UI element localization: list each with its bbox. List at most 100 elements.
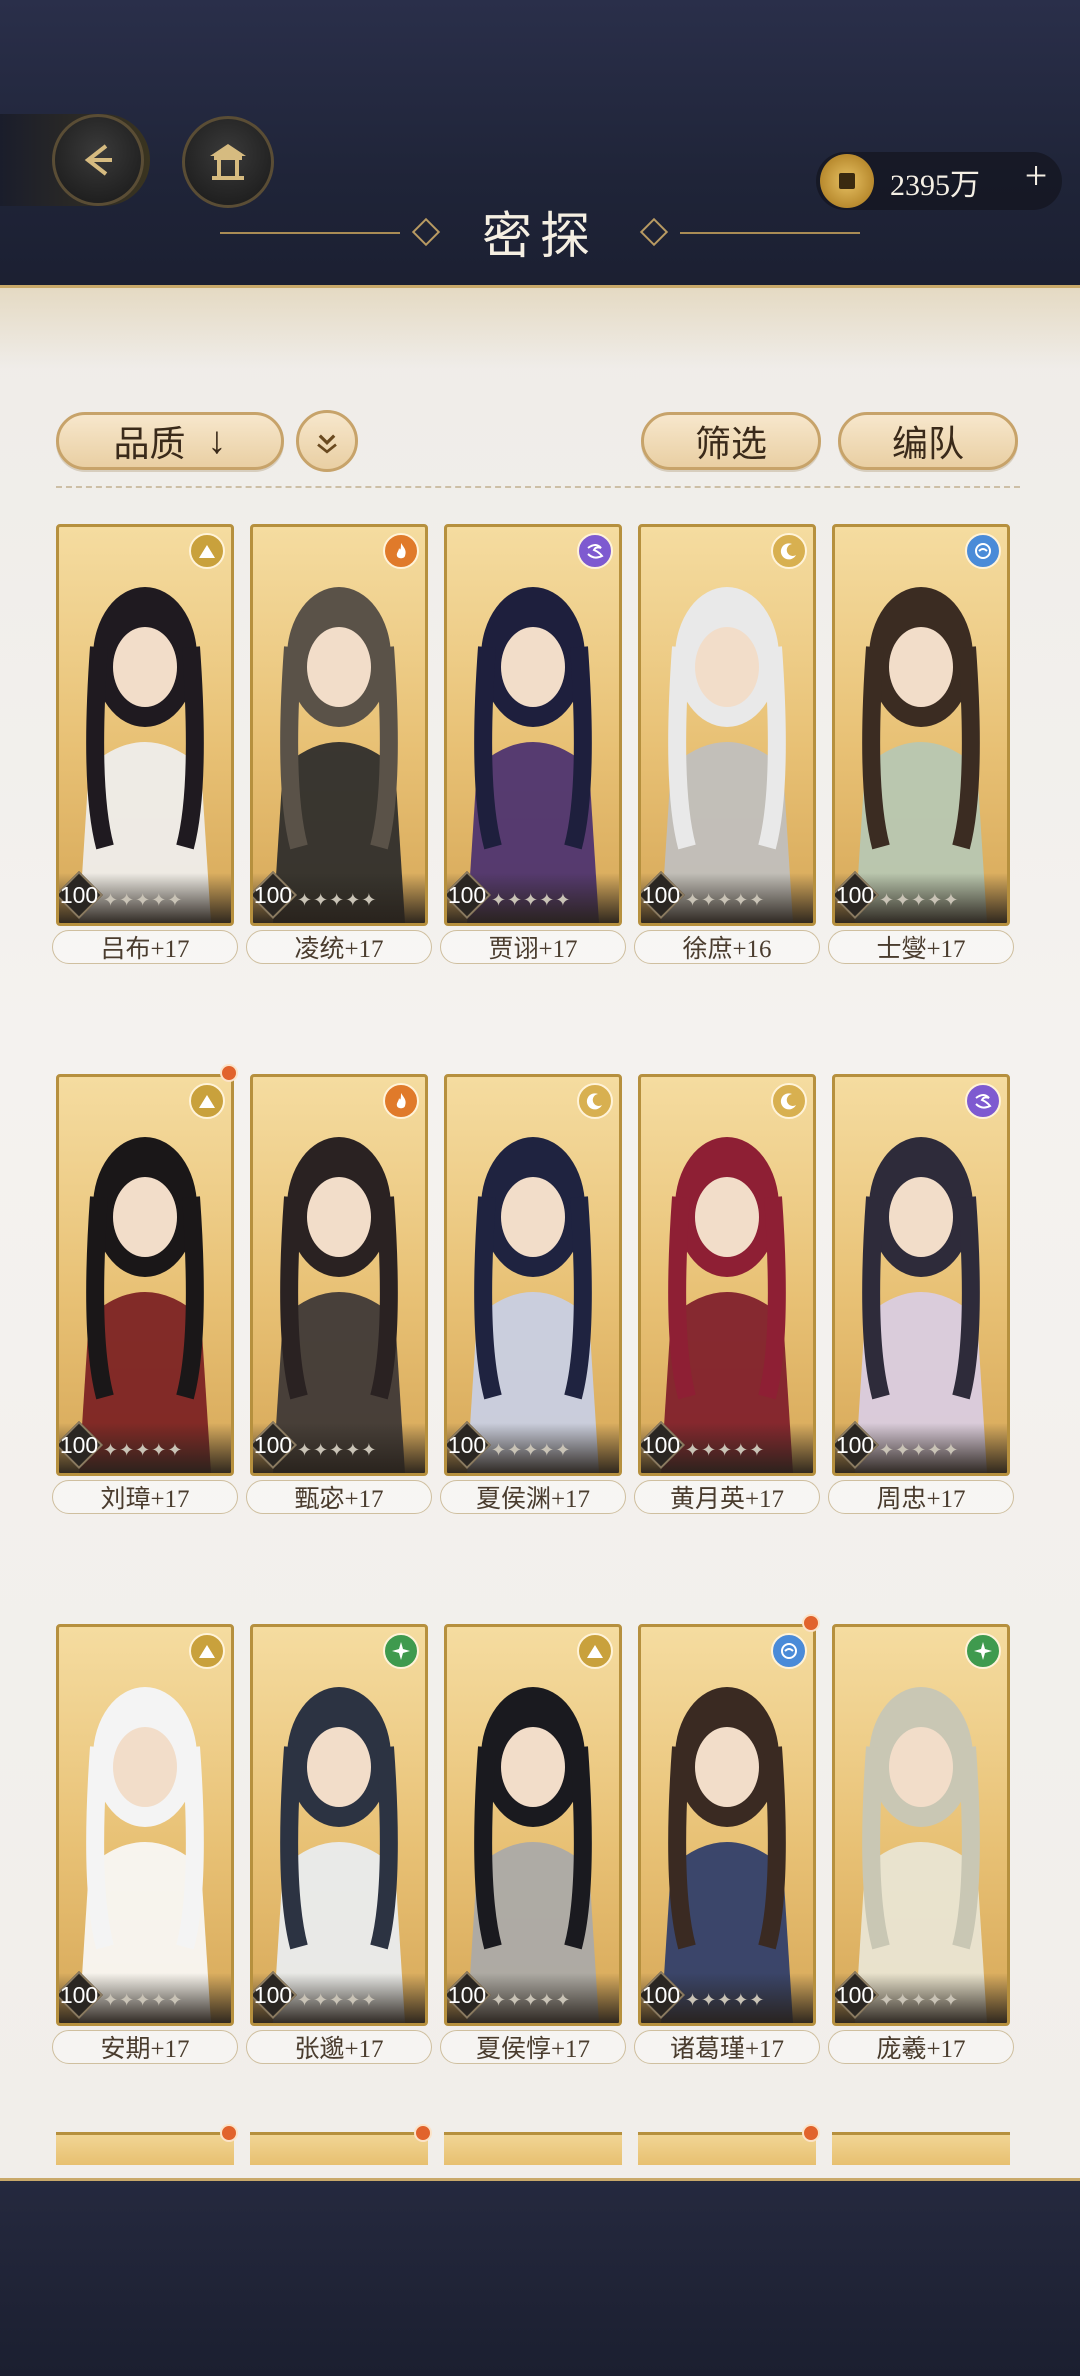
hero-portrait [273,1687,405,2023]
sort-quality-button[interactable]: 品质 ↓ [56,412,284,470]
level-value: 100 [253,1981,293,2008]
hero-name: 甄宓+17 [246,1480,432,1514]
card-frame: 100 ✦✦✦✦✦ [250,1074,428,1476]
star-rating: ✦✦✦✦✦ [685,1990,766,2010]
hero-name: 贾诩+17 [440,930,626,964]
fire-icon [383,1083,419,1119]
mountain-icon [189,1633,225,1669]
fire-icon [383,533,419,569]
level-value: 100 [59,1981,99,2008]
hero-name: 夏侯惇+17 [440,2030,626,2064]
level-value: 100 [447,881,487,908]
hero-card[interactable]: 100 ✦✦✦✦✦ 贾诩+17 [440,524,626,966]
level-badge: 100 [59,1970,104,2020]
hero-name: 徐庶+16 [634,930,820,964]
notification-dot [802,1614,820,1632]
team-label: 编队 [891,424,964,464]
pavilion-button[interactable] [182,116,274,208]
hero-name: 刘璋+17 [52,1480,238,1514]
mountain-icon [189,533,225,569]
level-value: 100 [447,1431,487,1458]
card-frame: 100 ✦✦✦✦✦ [444,1624,622,2026]
card-frame: 100 ✦✦✦✦✦ [444,524,622,926]
card-frame: 100 ✦✦✦✦✦ [56,1074,234,1476]
level-badge: 100 [641,1420,686,1470]
hero-card[interactable]: 100 ✦✦✦✦✦ 安期+17 [52,1624,238,2066]
level-value: 100 [447,1981,487,2008]
add-currency-button[interactable]: + [1018,156,1054,196]
hero-card[interactable]: 100 ✦✦✦✦✦ 黄月英+17 [634,1074,820,1516]
notification-dot [220,1064,238,1082]
panel-wave-ornament [0,288,1080,368]
level-badge: 100 [641,870,686,920]
level-value: 100 [835,881,875,908]
next-row-card-peek [56,2132,234,2165]
level-badge: 100 [59,1420,104,1470]
toolbar-divider [56,486,1020,488]
hero-card[interactable]: 100 ✦✦✦✦✦ 夏侯渊+17 [440,1074,626,1516]
hero-card[interactable]: 100 ✦✦✦✦✦ 周忠+17 [828,1074,1014,1516]
team-button[interactable]: 编队 [838,412,1018,470]
hero-portrait [661,1137,793,1473]
hero-card[interactable]: 100 ✦✦✦✦✦ 刘璋+17 [52,1074,238,1516]
card-frame: 100 ✦✦✦✦✦ [250,1624,428,2026]
star-rating: ✦✦✦✦✦ [491,890,572,910]
card-frame: 100 ✦✦✦✦✦ [638,1624,816,2026]
star-rating: ✦✦✦✦✦ [879,1440,960,1460]
hero-portrait [273,1137,405,1473]
wind-icon [965,1083,1001,1119]
next-row-card-peek [250,2132,428,2165]
hero-card[interactable]: 100 ✦✦✦✦✦ 诸葛瑾+17 [634,1624,820,2066]
star-rating: ✦✦✦✦✦ [879,890,960,910]
notification-dot [414,2124,432,2142]
filter-button[interactable]: 筛选 [641,412,821,470]
moon-icon [577,1083,613,1119]
hero-card[interactable]: 100 ✦✦✦✦✦ 夏侯惇+17 [440,1624,626,2066]
star-rating: ✦✦✦✦✦ [297,1990,378,2010]
level-badge: 100 [835,1970,880,2020]
title-divider-left [220,232,400,234]
level-value: 100 [641,1981,681,2008]
next-row-card-peek [444,2132,622,2165]
hero-name: 张邈+17 [246,2030,432,2064]
hero-name: 庞羲+17 [828,2030,1014,2064]
star-rating: ✦✦✦✦✦ [685,890,766,910]
mountain-icon [189,1083,225,1119]
hero-portrait [855,1137,987,1473]
level-badge: 100 [253,870,298,920]
level-value: 100 [253,1431,293,1458]
star-rating: ✦✦✦✦✦ [297,1440,378,1460]
level-badge: 100 [835,1420,880,1470]
star-rating: ✦✦✦✦✦ [491,1440,572,1460]
back-arrow-icon [84,144,112,176]
leaf-icon [965,1633,1001,1669]
hero-portrait [273,587,405,923]
back-button[interactable] [52,114,144,206]
hero-card[interactable]: 100 ✦✦✦✦✦ 徐庶+16 [634,524,820,966]
leaf-icon [383,1633,419,1669]
star-rating: ✦✦✦✦✦ [103,1440,184,1460]
hero-card[interactable]: 100 ✦✦✦✦✦ 凌统+17 [246,524,432,966]
card-frame: 100 ✦✦✦✦✦ [250,524,428,926]
hero-card[interactable]: 100 ✦✦✦✦✦ 庞羲+17 [828,1624,1014,2066]
hero-card[interactable]: 100 ✦✦✦✦✦ 甄宓+17 [246,1074,432,1516]
level-badge: 100 [641,1970,686,2020]
level-badge: 100 [447,1420,492,1470]
level-badge: 100 [59,870,104,920]
level-value: 100 [59,881,99,908]
star-rating: ✦✦✦✦✦ [685,1440,766,1460]
sort-label: 品质 [113,424,186,464]
hero-name: 周忠+17 [828,1480,1014,1514]
hero-card[interactable]: 100 ✦✦✦✦✦ 士燮+17 [828,524,1014,966]
water-icon [771,1633,807,1669]
hero-card[interactable]: 100 ✦✦✦✦✦ 张邈+17 [246,1624,432,2066]
notification-dot [802,2124,820,2142]
hero-card[interactable]: 100 ✦✦✦✦✦ 吕布+17 [52,524,238,966]
notification-dot [220,2124,238,2142]
star-rating: ✦✦✦✦✦ [103,1990,184,2010]
level-badge: 100 [253,1420,298,1470]
sort-direction-button[interactable] [296,410,358,472]
star-rating: ✦✦✦✦✦ [879,1990,960,2010]
next-row-card-peek [832,2132,1010,2165]
card-frame: 100 ✦✦✦✦✦ [56,524,234,926]
